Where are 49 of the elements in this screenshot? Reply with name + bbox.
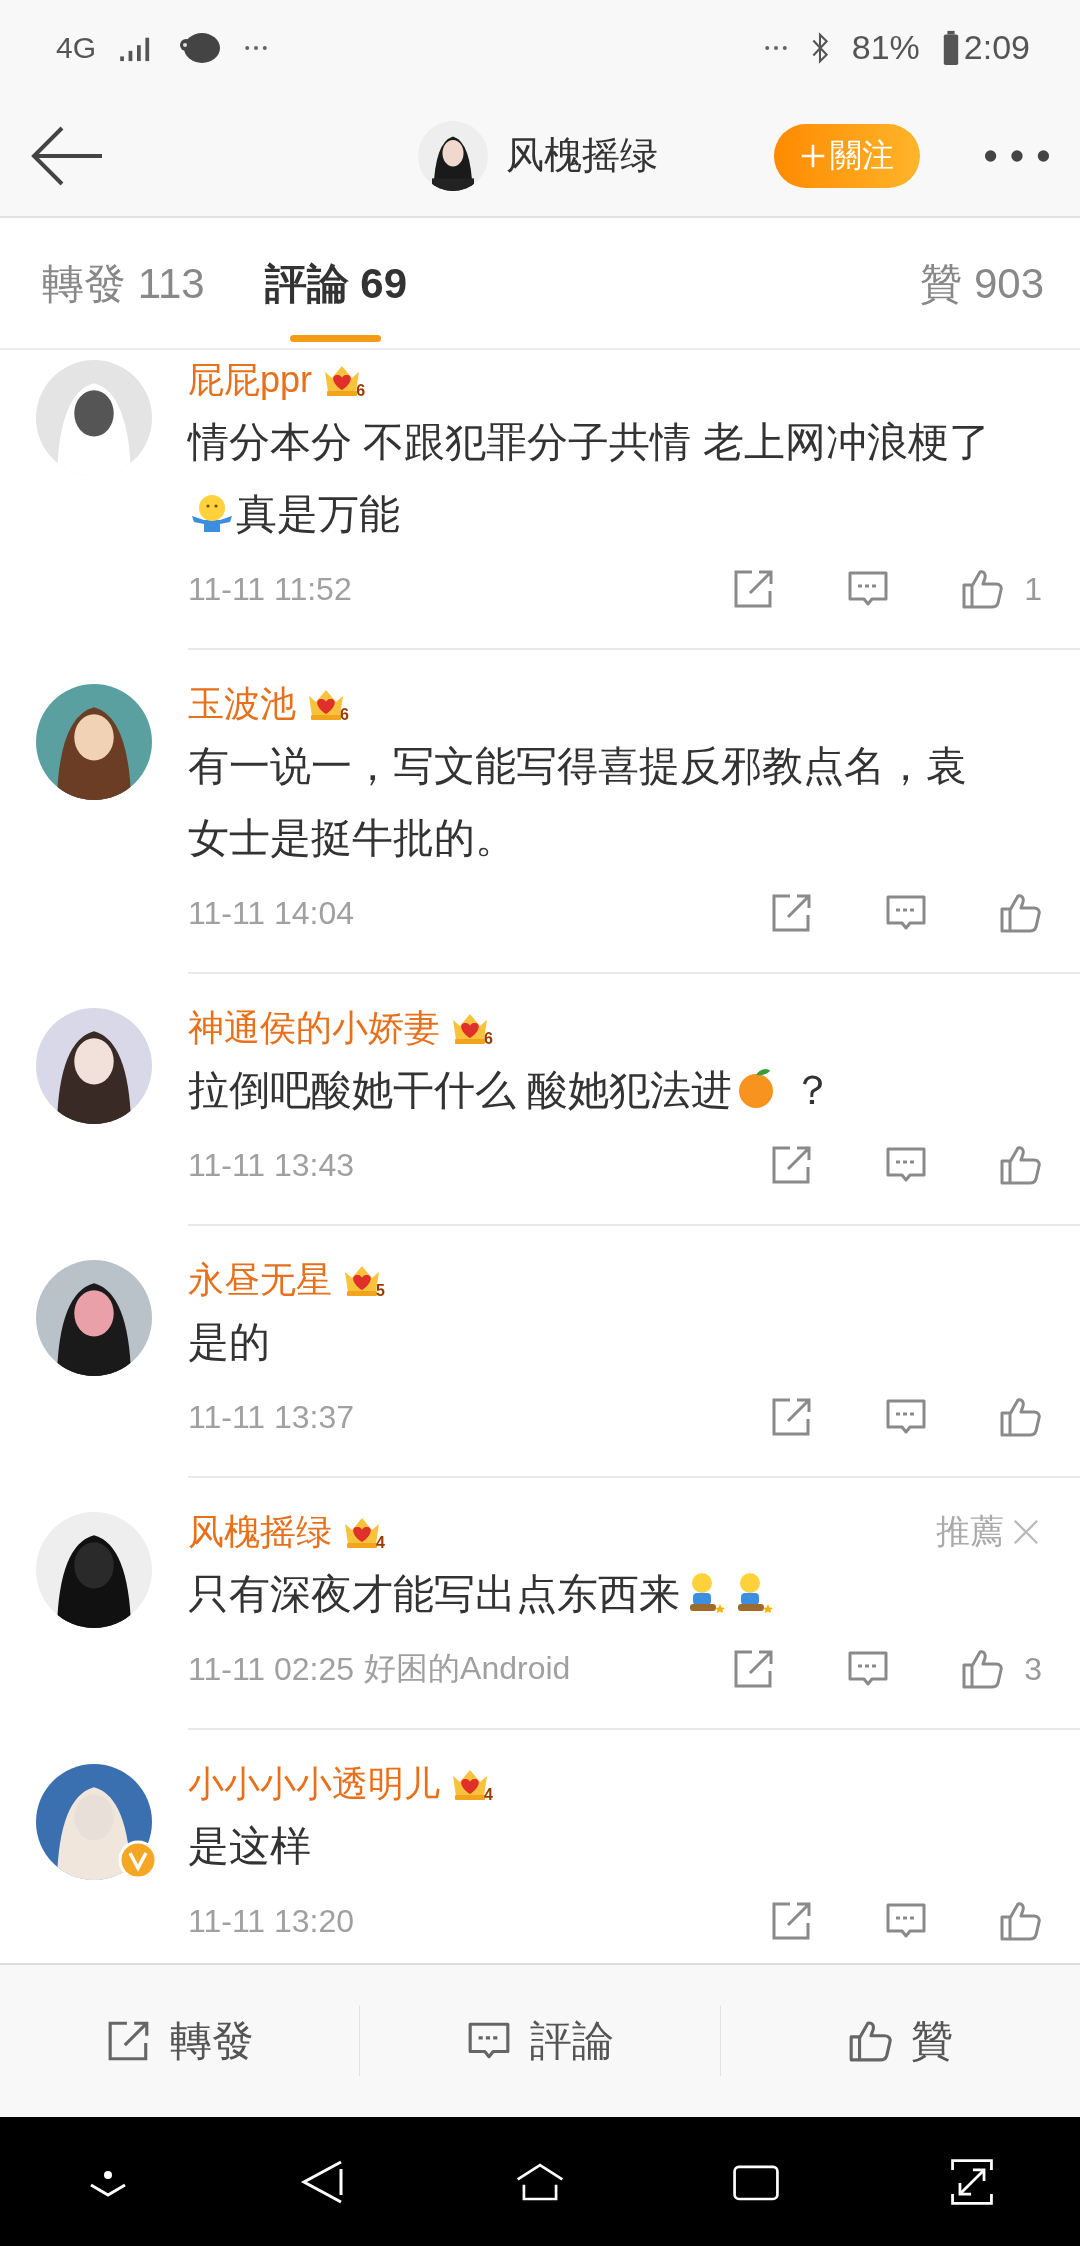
tab[interactable]: 轉發 113: [42, 220, 205, 346]
comment-text: ？: [790, 1067, 833, 1113]
comment-source: 好困的Android: [364, 1649, 571, 1688]
commenter-name[interactable]: 永昼无星: [188, 1255, 332, 1305]
follow-button[interactable]: 關注: [774, 123, 920, 188]
comment-text: 只有深夜才能写出点东西来: [188, 1571, 680, 1617]
close-icon[interactable]: [1012, 1518, 1040, 1546]
like-icon[interactable]: [998, 1395, 1042, 1439]
commenter-name[interactable]: 神通侯的小娇妻: [188, 1003, 440, 1053]
battery-icon: [941, 29, 960, 66]
comment-text: 真是万能: [236, 491, 400, 537]
tab[interactable]: 評論 69: [264, 220, 408, 346]
commenter-name[interactable]: 屁屁ppr: [188, 355, 313, 405]
more-icon: [763, 43, 788, 52]
user-name: 风槐摇绿: [506, 133, 658, 178]
comment-time: 11-11 13:37: [188, 1398, 355, 1436]
comment-time: 11-11 11:52: [188, 570, 352, 608]
more-icon: [244, 43, 269, 52]
like-icon[interactable]: [998, 1899, 1042, 1943]
comment-time: 11-11 13:43: [188, 1146, 355, 1184]
like-count: 1: [1024, 570, 1042, 608]
action-button[interactable]: 贊: [720, 2012, 1080, 2070]
commenter-name[interactable]: 风槐摇绿: [188, 1507, 332, 1557]
action-button[interactable]: 轉發: [0, 2012, 360, 2070]
action-button[interactable]: 評論: [360, 2012, 720, 2070]
battery-percent: 81%: [851, 28, 920, 67]
comment-text: 拉倒吧酸她干什么 酸她犯法进: [188, 1067, 733, 1113]
comment-time: 11-11 14:04: [188, 894, 355, 932]
recommended-label: 推薦: [936, 1511, 1004, 1552]
like-count: 3: [1024, 1650, 1042, 1688]
like-icon[interactable]: [998, 1143, 1042, 1187]
commenter-name[interactable]: 小小小小透明儿: [188, 1759, 440, 1809]
back-icon[interactable]: [30, 125, 104, 186]
comment-text: 是的: [188, 1319, 270, 1365]
plus-icon: [800, 142, 826, 169]
comment-text: 有一说一，写文能写得喜提反邪教点名，袁女士是挺牛批的。: [188, 743, 967, 861]
comment-text: 情分本分 不跟犯罪分子共情 老上网冲浪梗了: [188, 419, 990, 465]
comment-time: 11-11 02:25: [188, 1650, 355, 1688]
like-icon[interactable]: [998, 891, 1042, 935]
more-icon[interactable]: [984, 148, 1050, 163]
comment-text: 是这样: [188, 1823, 311, 1869]
network-label: 4G: [56, 30, 97, 65]
commenter-name[interactable]: 玉波池: [188, 679, 296, 729]
clock: 2:09: [963, 28, 1030, 67]
tab[interactable]: 贊 903: [920, 220, 1044, 346]
like-icon[interactable]: [960, 1647, 1005, 1691]
comment-time: 11-11 13:20: [188, 1902, 355, 1940]
like-icon[interactable]: [960, 567, 1005, 611]
like-icon: [847, 2018, 894, 2064]
